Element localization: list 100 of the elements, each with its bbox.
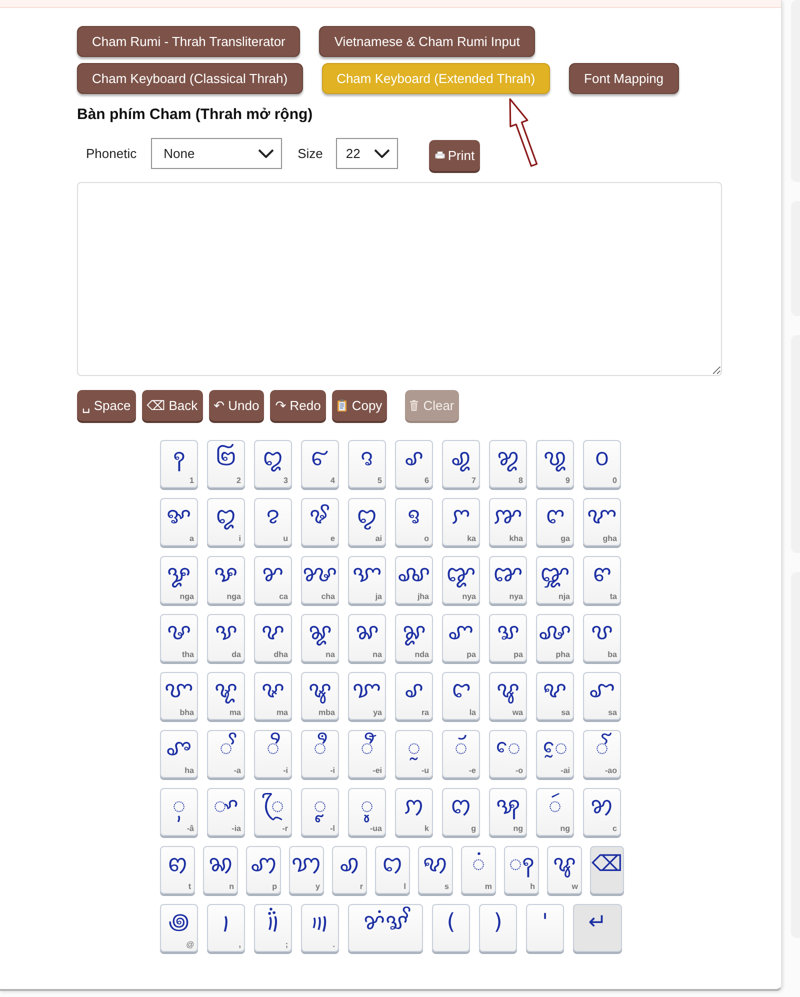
keyboard-key[interactable]: ꨐ nya — [489, 556, 527, 604]
keyboard-key[interactable]: ◌ꨵ -l — [301, 788, 339, 836]
nav-button[interactable]: Vietnamese & Cham Rumi Input — [319, 26, 535, 57]
keyboard-key[interactable]: ꩋ s — [418, 846, 453, 894]
keyboard-key[interactable]: ꩒ 2 — [207, 440, 245, 488]
keyboard-key[interactable]: ◌ꩃ ng — [536, 788, 574, 836]
keyboard-key[interactable]: ꨀ a — [160, 498, 198, 546]
text-area[interactable] — [77, 182, 722, 376]
keyboard-key[interactable]: ◌ꨴ -r — [254, 788, 292, 836]
keyboard-key[interactable]: ꨨ ha — [160, 730, 198, 778]
keyboard-key[interactable]: ꨔ tha — [160, 614, 198, 662]
keyboard-key[interactable]: ꨎ ja — [348, 556, 386, 604]
keyboard-key[interactable]: ( — [432, 904, 470, 952]
nav-button[interactable]: Cham Rumi - Thrah Transliterator — [77, 26, 300, 57]
keyboard-key[interactable]: ꨕ da — [207, 614, 245, 662]
keyboard-key[interactable]: ꨤ la — [442, 672, 480, 720]
keyboard-key[interactable]: ꩝ , — [207, 904, 245, 952]
keyboard-key[interactable]: ꨥ w — [547, 846, 582, 894]
keyboard-key[interactable]: ꩕ 5 — [348, 440, 386, 488]
keyboard-key[interactable]: ꩗ 7 — [442, 440, 480, 488]
keyboard-key[interactable]: ◌ꨳ -ia — [207, 788, 245, 836]
keyboard-key[interactable]: ꨍ cha — [301, 556, 339, 604]
keyboard-key[interactable]: ꨧ sa — [583, 672, 621, 720]
keyboard-key[interactable]: ꨋ nga — [160, 556, 198, 604]
keyboard-key[interactable]: ꨈ ga — [536, 498, 574, 546]
keyboard-key[interactable]: ꨊ nga — [207, 556, 245, 604]
keyboard-key[interactable]: ↵ — [573, 904, 622, 952]
keyboard-key[interactable]: ꨢ ya — [348, 672, 386, 720]
keyboard-key[interactable]: ꨌ ca — [254, 556, 292, 604]
keyboard-key[interactable]: ꩙ 9 — [536, 440, 574, 488]
keyboard-key[interactable]: ꨡ mba — [301, 672, 339, 720]
keyboard-key[interactable]: ꩀ k — [395, 788, 433, 836]
keyboard-key[interactable]: ◌ꨬ -ei — [348, 730, 386, 778]
keyboard-key[interactable]: ◌ꨶ -ua — [348, 788, 386, 836]
keyboard-key[interactable]: ꨘ na — [301, 614, 339, 662]
keyboard-key[interactable]: ꨅ o — [395, 498, 433, 546]
action-button[interactable]: Copy — [332, 390, 388, 421]
keyboard-key[interactable]: ꨌꩌꨛꨩ — [348, 904, 423, 952]
keyboard-key[interactable]: ꨒ nja — [536, 556, 574, 604]
keyboard-key[interactable]: ꩞ ; — [254, 904, 292, 952]
keyboard-key[interactable]: ꩑ 1 — [160, 440, 198, 488]
keyboard-key[interactable]: ꨗ na — [348, 614, 386, 662]
keyboard-key[interactable]: ꩁ g — [442, 788, 480, 836]
keyboard-key[interactable]: ꩂ ng — [489, 788, 527, 836]
keyboard-key[interactable]: ◌ꨭ -u — [395, 730, 433, 778]
keyboard-key[interactable]: ꨦ sa — [536, 672, 574, 720]
keyboard-key[interactable]: ◌ꨱ -ao — [583, 730, 621, 778]
keyboard-key[interactable]: ꨚ pa — [442, 614, 480, 662]
keyboard-key[interactable]: ꩄ c — [583, 788, 621, 836]
keyboard-key[interactable]: ꨂ u — [254, 498, 292, 546]
keyboard-key[interactable]: ◌ꨩ -a — [207, 730, 245, 778]
print-button[interactable]: Print — [428, 140, 480, 170]
action-button[interactable]: ↶ Undo — [208, 390, 264, 421]
keyboard-key[interactable]: ꨏ jha — [395, 556, 433, 604]
keyboard-key[interactable]: ◌ꨫ -i — [301, 730, 339, 778]
keyboard-key[interactable]: ꩜ @ — [160, 904, 198, 952]
keyboard-key[interactable]: ꨙ nda — [395, 614, 433, 662]
keyboard-key[interactable]: ) — [479, 904, 517, 952]
keyboard-key[interactable]: ꩟ . — [301, 904, 339, 952]
keyboard-key[interactable]: ◌ꩍ h — [504, 846, 539, 894]
keyboard-key[interactable]: ꨇ kha — [489, 498, 527, 546]
keyboard-key[interactable]: ꩓ 3 — [254, 440, 292, 488]
keyboard-key[interactable]: ꨥ wa — [489, 672, 527, 720]
keyboard-key[interactable]: ꨟ ma — [254, 672, 292, 720]
keyboard-key[interactable]: ꨁ i — [207, 498, 245, 546]
keyboard-key[interactable]: ꨛ pa — [489, 614, 527, 662]
keyboard-key[interactable]: ꨄ ai — [348, 498, 386, 546]
keyboard-key[interactable]: ꨖ dha — [254, 614, 292, 662]
size-select[interactable]: 22 — [336, 138, 398, 169]
keyboard-key[interactable]: ꩅ t — [160, 846, 195, 894]
nav-button[interactable]: Cham Keyboard (Classical Thrah) — [77, 63, 303, 94]
keyboard-key[interactable]: ◌ꨲ -â — [160, 788, 198, 836]
keyboard-key[interactable]: ꩆ n — [203, 846, 238, 894]
keyboard-key[interactable]: ꨓ ta — [583, 556, 621, 604]
keyboard-key[interactable]: ꩈ y — [289, 846, 324, 894]
keyboard-key[interactable]: ꨣ ra — [395, 672, 433, 720]
keyboard-key[interactable]: ꩖ 6 — [395, 440, 433, 488]
action-button[interactable]: ␣ Space — [77, 390, 136, 421]
keyboard-key[interactable]: ꨝ ba — [583, 614, 621, 662]
keyboard-key[interactable]: ꨉ gha — [583, 498, 621, 546]
keyboard-key[interactable]: ꨆ ka — [442, 498, 480, 546]
keyboard-key[interactable]: ꨠ ma — [207, 672, 245, 720]
keyboard-key[interactable]: ◌ꨮ -e — [442, 730, 480, 778]
keyboard-key[interactable]: ꩔ 4 — [301, 440, 339, 488]
keyboard-key[interactable]: ꩊ l — [375, 846, 410, 894]
action-button[interactable]: ⌫ Back — [142, 390, 203, 421]
keyboard-key[interactable]: ꩉ r — [332, 846, 367, 894]
keyboard-key[interactable]: ꩐ 0 — [583, 440, 621, 488]
keyboard-key[interactable]: ꩇ p — [246, 846, 281, 894]
keyboard-key[interactable]: ◌ꨯ -o — [489, 730, 527, 778]
keyboard-key[interactable]: ꨞ bha — [160, 672, 198, 720]
nav-button[interactable]: Font Mapping — [569, 63, 679, 94]
keyboard-key[interactable]: ◌ꨰ -ai — [536, 730, 574, 778]
action-button[interactable]: ↷ Redo — [270, 390, 326, 421]
keyboard-key[interactable]: ◌ꨪ -i — [254, 730, 292, 778]
keyboard-key[interactable]: ꨃ e — [301, 498, 339, 546]
keyboard-key[interactable]: ꨑ nya — [442, 556, 480, 604]
keyboard-key[interactable]: ◌ꩌ m — [461, 846, 496, 894]
phonetic-select[interactable]: None — [150, 138, 282, 169]
keyboard-key[interactable]: ⌫ — [590, 846, 624, 894]
